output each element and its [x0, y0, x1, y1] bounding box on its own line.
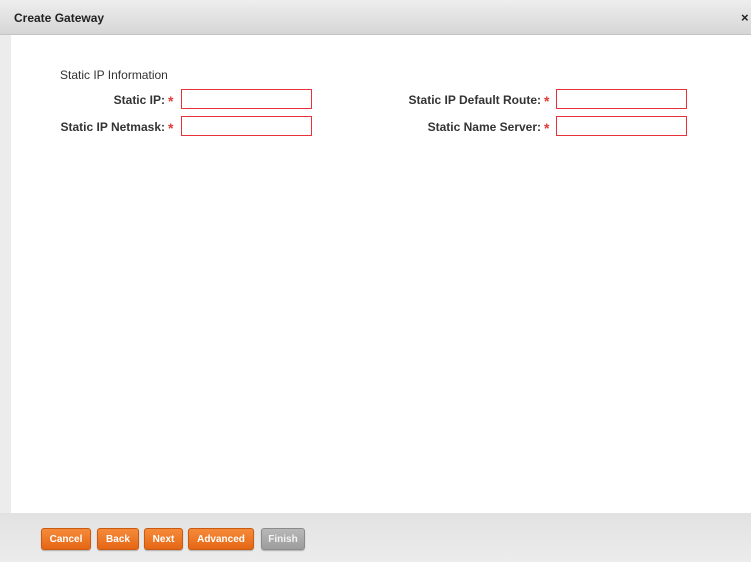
back-button[interactable]: Back [97, 528, 139, 550]
static-ip-netmask-label: Static IP Netmask: [60, 120, 166, 134]
required-marker: * [168, 120, 174, 136]
static-name-server-label: Static Name Server: [427, 120, 541, 134]
dialog-titlebar: Create Gateway × [0, 0, 751, 35]
static-ip-netmask-input[interactable] [181, 116, 312, 136]
create-gateway-dialog: Create Gateway × Static IP Information S… [0, 0, 751, 562]
static-ip-default-route-label: Static IP Default Route: [408, 93, 541, 107]
static-ip-label: Static IP: [113, 93, 165, 107]
required-marker: * [168, 93, 174, 109]
cancel-button[interactable]: Cancel [41, 528, 91, 550]
required-marker: * [544, 120, 550, 136]
close-icon[interactable]: × [741, 10, 749, 25]
static-name-server-input[interactable] [556, 116, 687, 136]
next-button[interactable]: Next [144, 528, 183, 550]
static-ip-default-route-input[interactable] [556, 89, 687, 109]
advanced-button[interactable]: Advanced [188, 528, 254, 550]
dialog-title: Create Gateway [14, 11, 105, 25]
finish-button[interactable]: Finish [261, 528, 305, 550]
required-marker: * [544, 93, 550, 109]
static-ip-input[interactable] [181, 89, 312, 109]
section-label-static-ip-info: Static IP Information [60, 68, 168, 82]
